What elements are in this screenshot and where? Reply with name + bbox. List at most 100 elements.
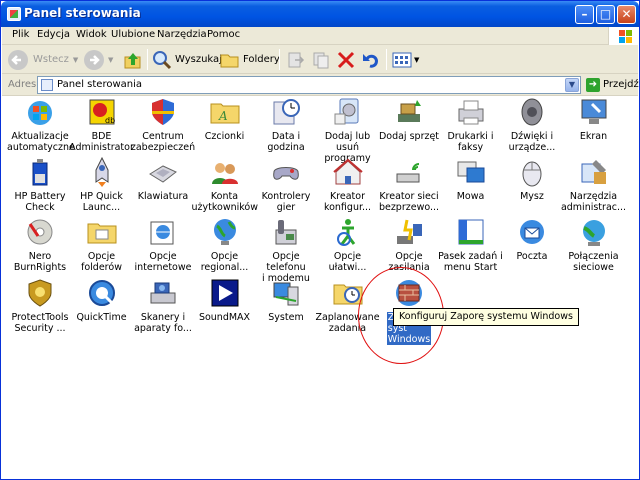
display-icon	[578, 96, 610, 128]
menu-file[interactable]: Plik	[12, 29, 29, 40]
views-button[interactable]: ▼	[392, 48, 419, 71]
cp-item-mail[interactable]: Poczta	[499, 216, 565, 262]
cp-item-soundmax[interactable]: SoundMAX	[192, 277, 258, 323]
copy-to-button[interactable]	[311, 48, 331, 71]
cp-item-display[interactable]: Ekran	[561, 96, 627, 142]
cp-item-system[interactable]: System	[253, 277, 319, 323]
close-button[interactable]: ✕	[617, 5, 636, 24]
minimize-button[interactable]: –	[575, 5, 594, 24]
cp-item-fonts-folder[interactable]: A Czcionki	[192, 96, 258, 142]
internet-options-icon	[147, 216, 179, 248]
network-setup-house-icon	[332, 156, 364, 188]
address-label: Adres	[8, 79, 37, 90]
cp-item-label: Poczta	[516, 251, 548, 262]
forward-button[interactable]: ▼	[84, 48, 113, 71]
cp-item-label: Pasek zadań i menu Start	[438, 251, 503, 273]
globe-icon	[209, 216, 241, 248]
cp-item-label: Opcje regional...	[200, 251, 249, 273]
cp-item-label: Opcje internetowe	[134, 251, 192, 273]
address-input[interactable]: Panel sterowania ▼	[37, 76, 581, 94]
cp-item-network-connections[interactable]: Połączenia sieciowe	[561, 216, 627, 273]
folder-icon	[220, 54, 239, 67]
menu-help[interactable]: Pomoc	[207, 29, 240, 40]
cp-item-network-setup-house[interactable]: Kreator konfigur...	[315, 156, 381, 213]
undo-button[interactable]	[361, 48, 381, 71]
cp-item-nero[interactable]: Nero BurnRights	[7, 216, 73, 273]
bde-admin-icon: db	[86, 96, 118, 128]
cp-item-speaker[interactable]: Dźwięki i urządze...	[499, 96, 565, 153]
back-arrow-icon	[8, 49, 28, 70]
cp-item-globe[interactable]: Opcje regional...	[192, 216, 258, 273]
go-button[interactable]: Przejdź	[603, 79, 639, 90]
cp-item-internet-options[interactable]: Opcje internetowe	[130, 216, 196, 273]
cp-item-wireless[interactable]: Kreator sieci bezprzewo...	[376, 156, 442, 213]
cp-item-label: QuickTime	[76, 312, 127, 323]
folders-button[interactable]: Foldery	[220, 48, 280, 71]
users-icon	[209, 156, 241, 188]
cp-item-printer[interactable]: Drukarki i faksy	[438, 96, 504, 153]
menu-tools[interactable]: Narzędzia	[157, 29, 207, 40]
windows-update-icon	[24, 96, 56, 128]
cp-item-label: HP Quick Launc...	[80, 191, 123, 213]
menu-favorites[interactable]: Ulubione	[111, 29, 155, 40]
cp-item-clock[interactable]: Data i godzina	[253, 96, 319, 153]
system-icon	[270, 277, 302, 309]
cp-item-windows-update[interactable]: Aktualizacje automatyczne	[7, 96, 75, 153]
network-connections-icon	[578, 216, 610, 248]
cp-item-label: ProtectTools Security ...	[11, 312, 69, 334]
go-arrow-icon[interactable]: ➜	[586, 78, 600, 92]
taskbar-icon	[455, 216, 487, 248]
back-label: Wstecz	[33, 54, 69, 65]
menu-view[interactable]: Widok	[76, 29, 107, 40]
fonts-folder-icon: A	[209, 96, 241, 128]
cp-item-gamepad[interactable]: Kontrolery gier	[253, 156, 319, 213]
cp-item-keyboard[interactable]: Klawiatura	[130, 156, 196, 202]
add-remove-programs-icon	[332, 96, 364, 128]
cp-item-admin-tools[interactable]: Narzędzia administrac...	[561, 156, 627, 213]
cp-item-mouse[interactable]: Mysz	[499, 156, 565, 202]
cp-item-label: Mowa	[456, 191, 485, 202]
cp-item-label: Nero BurnRights	[13, 251, 67, 273]
phone-icon	[270, 216, 302, 248]
delete-x-icon	[337, 51, 355, 68]
cp-item-rocket[interactable]: HP Quick Launc...	[69, 156, 135, 213]
control-panel-items: Aktualizacje automatyczne db BDE Administr…	[2, 96, 638, 479]
cp-item-battery[interactable]: HP Battery Check	[7, 156, 73, 213]
speech-icon	[455, 156, 487, 188]
cp-item-add-remove-programs[interactable]: Dodaj lub usuń programy	[315, 96, 381, 164]
cp-item-add-hardware[interactable]: Dodaj sprzęt	[376, 96, 442, 142]
cp-item-quicktime[interactable]: QuickTime	[69, 277, 135, 323]
address-dropdown-button[interactable]: ▼	[565, 78, 579, 92]
cp-item-power[interactable]: Opcje zasilania	[376, 216, 442, 273]
back-button[interactable]: Wstecz ▼	[8, 48, 78, 71]
cp-item-accessibility[interactable]: Opcje ułatwi...	[315, 216, 381, 273]
cp-item-scanner[interactable]: Skanery i aparaty fo...	[130, 277, 196, 334]
title-bar[interactable]: Panel sterowania – □ ✕	[1, 1, 639, 27]
cp-item-speech[interactable]: Mowa	[438, 156, 504, 202]
menu-edit[interactable]: Edycja	[37, 29, 70, 40]
cp-item-label: Ekran	[579, 131, 608, 142]
cp-item-users[interactable]: Konta użytkowników	[192, 156, 258, 213]
control-panel-icon	[41, 79, 53, 91]
cp-item-protecttools[interactable]: ProtectTools Security ...	[7, 277, 73, 334]
forward-arrow-icon	[84, 49, 104, 70]
tooltip: Konfiguruj Zaporę systemu Windows	[393, 308, 579, 326]
accessibility-icon	[332, 216, 364, 248]
search-button[interactable]: Wyszukaj	[152, 48, 222, 71]
cp-item-folder-options[interactable]: Opcje folderów	[69, 216, 135, 273]
svg-text:A: A	[218, 109, 228, 123]
cp-item-taskbar[interactable]: Pasek zadań i menu Start	[438, 216, 504, 273]
delete-button[interactable]	[336, 48, 356, 71]
up-folder-button[interactable]	[123, 48, 143, 71]
nero-icon	[24, 216, 56, 248]
cp-item-bde-admin[interactable]: db BDE Administrator	[69, 96, 135, 153]
cp-item-security-shield[interactable]: Centrum zabezpieczeń	[130, 96, 196, 153]
maximize-button[interactable]: □	[596, 5, 615, 24]
folders-label: Foldery	[243, 54, 280, 65]
move-to-button[interactable]	[286, 48, 306, 71]
cp-item-label: Data i godzina	[267, 131, 305, 153]
cp-item-label: Opcje folderów	[81, 251, 122, 273]
cp-item-phone[interactable]: Opcje telefonu i modemu	[253, 216, 319, 284]
quicktime-icon	[86, 277, 118, 309]
cp-item-label: Narzędzia administrac...	[560, 191, 627, 213]
